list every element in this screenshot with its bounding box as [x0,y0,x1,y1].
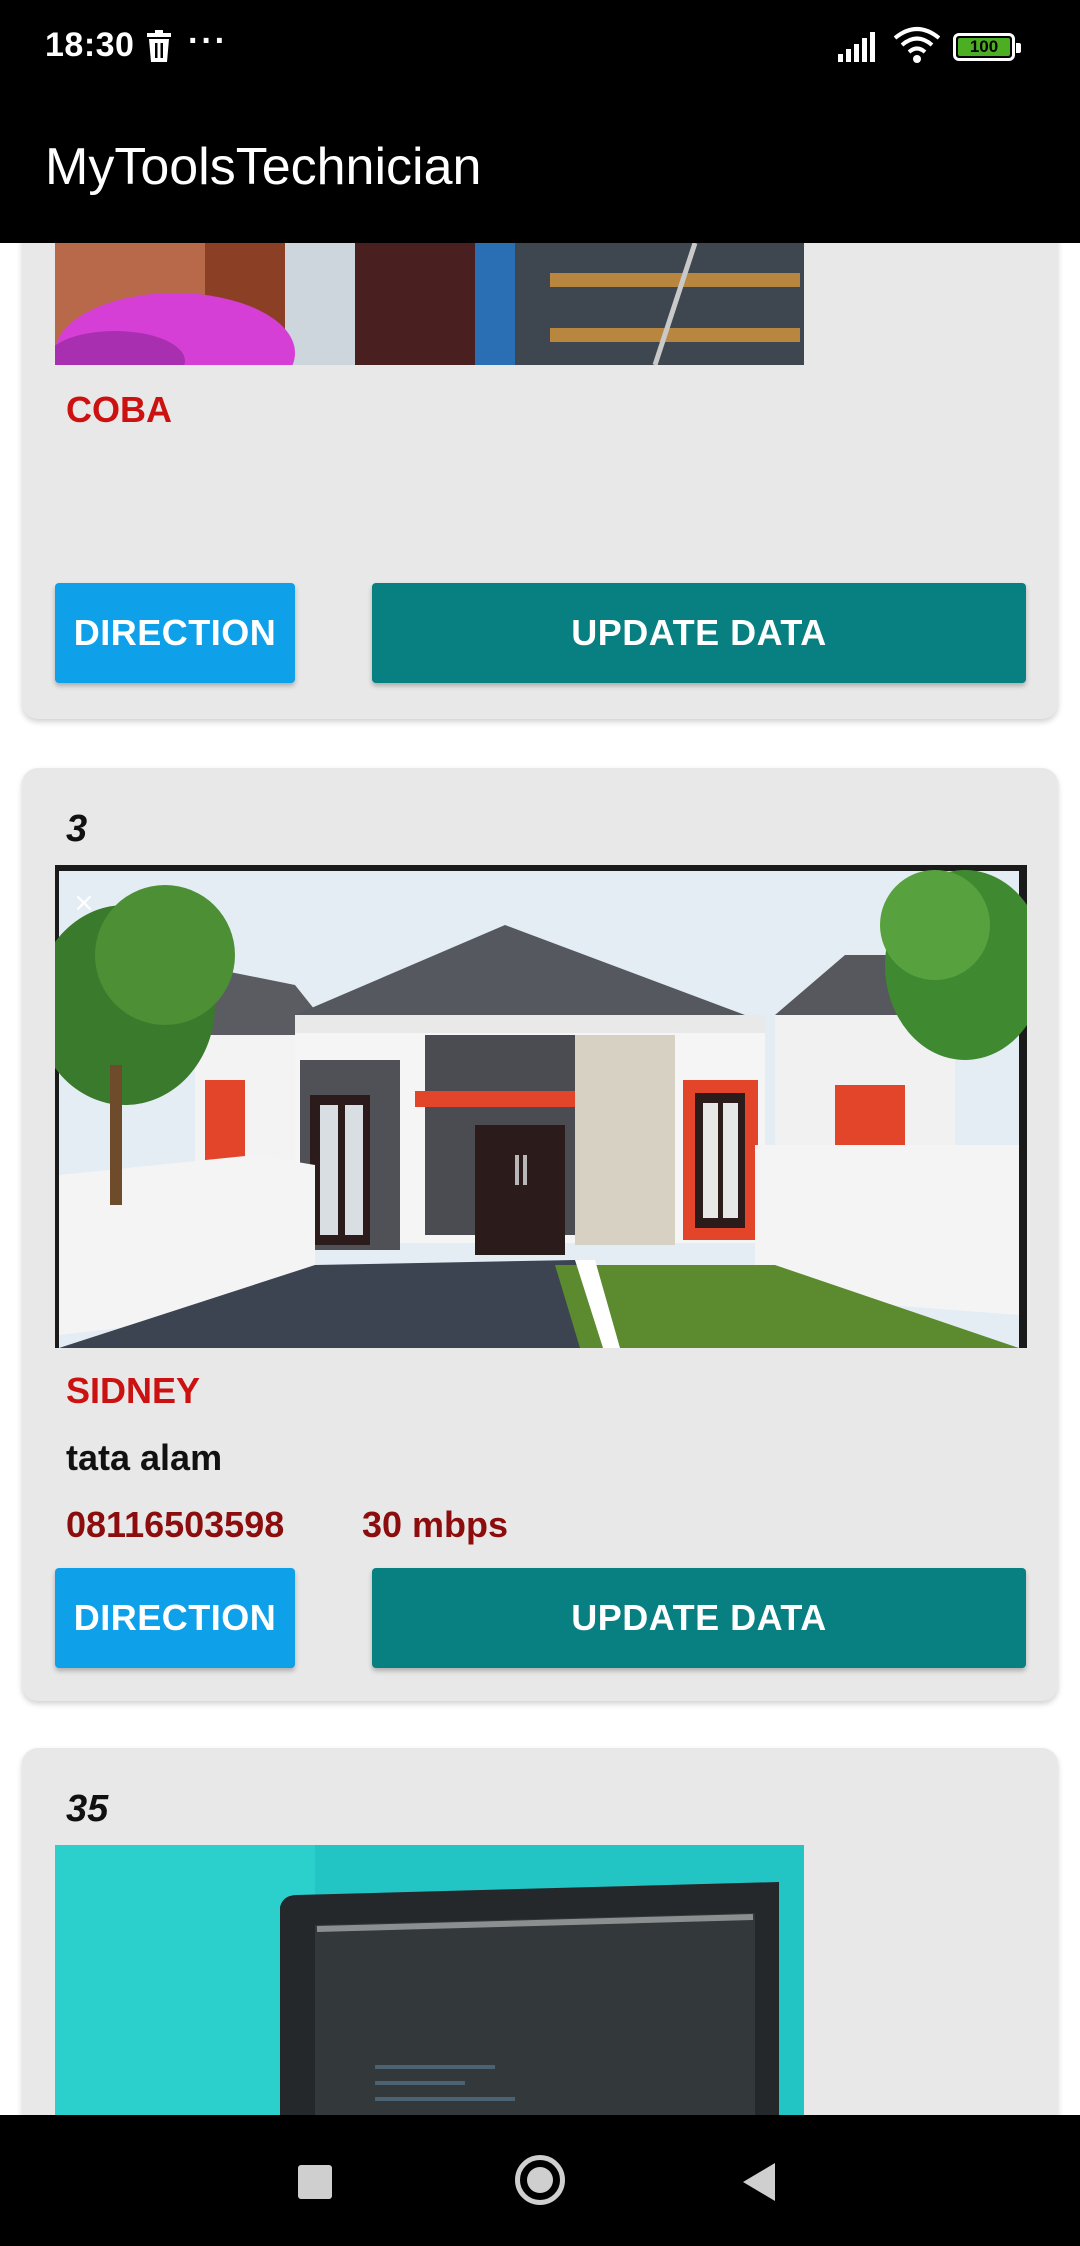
customer-name: COBA [66,389,172,430]
svg-text:×: × [73,888,95,918]
customer-photo [55,243,804,365]
update-data-button[interactable]: UPDATE DATA [372,583,1026,683]
customer-number: 35 [66,1788,109,1830]
customer-number: 3 [66,808,88,850]
home-icon[interactable] [515,2155,565,2205]
battery-level: 100 [958,38,1010,56]
customer-list[interactable]: COBA DIRECTION UPDATE DATA 3 × SIDNEY ta… [0,243,1080,2115]
customer-card: COBA DIRECTION UPDATE DATA [22,243,1058,719]
customer-photo: × [55,865,1027,1348]
battery-icon: 100 [953,33,1021,61]
customer-speed: 30 mbps [362,1504,509,1545]
more-notifications-icon: ··· [188,22,228,60]
customer-phone: 08116503598 [66,1504,285,1545]
recent-apps-icon[interactable] [298,2165,332,2199]
customer-card: 35 [22,1748,1058,2115]
customer-address: tata alam [66,1437,223,1478]
update-data-button[interactable]: UPDATE DATA [372,1568,1026,1668]
customer-photo [55,1845,804,2115]
navigation-bar [0,2115,1080,2246]
back-icon[interactable] [743,2163,775,2201]
app-title: MyToolsTechnician [45,138,482,196]
status-time: 18:30 [45,26,135,64]
signal-icon [838,32,875,62]
customer-name: SIDNEY [66,1370,201,1411]
trash-icon [147,30,171,62]
wifi-icon [893,27,941,63]
app-bar: MyToolsTechnician [0,95,1080,243]
customer-card: 3 × SIDNEY tata alam 08116503598 30 mbps… [22,768,1058,1701]
status-bar: 18:30 ··· 100 [0,0,1080,95]
direction-button[interactable]: DIRECTION [55,583,295,683]
direction-button[interactable]: DIRECTION [55,1568,295,1668]
